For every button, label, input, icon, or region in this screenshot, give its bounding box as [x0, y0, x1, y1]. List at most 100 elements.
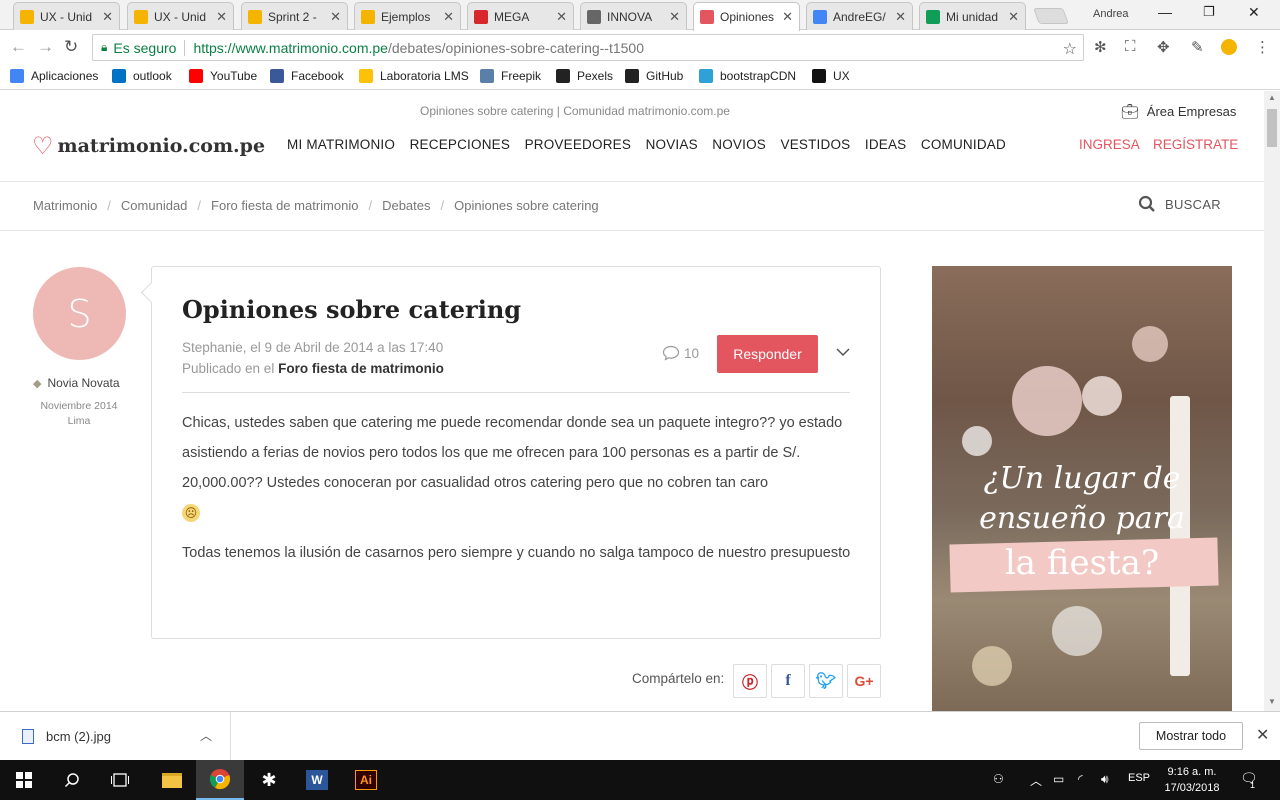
address-bar[interactable]: 🔒︎ Es seguro https://www.matrimonio.com.… — [92, 34, 1084, 61]
scroll-down-icon[interactable]: ▼ — [1268, 697, 1276, 706]
nav-item-comunidad[interactable]: COMUNIDAD — [921, 137, 1006, 152]
pinterest-share-button[interactable]: ⓟ — [733, 664, 767, 698]
move-extension-icon[interactable]: ✥ — [1157, 38, 1170, 56]
nav-item-mi-matrimonio[interactable]: MI MATRIMONIO — [287, 137, 395, 152]
download-item[interactable]: bcm (2).jpg ︿ — [0, 712, 231, 760]
bookmark-apps[interactable]: Aplicaciones — [10, 69, 98, 83]
browser-tab[interactable]: MEGA ✕ — [467, 2, 574, 30]
nav-item-proveedores[interactable]: PROVEEDORES — [525, 137, 631, 152]
browser-tab[interactable]: UX - Unid ✕ — [13, 2, 120, 30]
tab-close-icon[interactable]: ✕ — [669, 9, 680, 25]
breadcrumb-divider — [0, 230, 1264, 231]
profile-name[interactable]: Andrea — [1093, 8, 1128, 20]
browser-tab[interactable]: AndreEG/ ✕ — [806, 2, 913, 30]
google-plus-share-button[interactable]: G+ — [847, 664, 881, 698]
reload-icon[interactable]: ↻ — [64, 37, 78, 57]
search-button[interactable]: BUSCAR — [1138, 195, 1221, 213]
tab-close-icon[interactable]: ✕ — [782, 9, 793, 25]
browser-tab[interactable]: Sprint 2 - ✕ — [241, 2, 348, 30]
bookmark-outlook[interactable]: outlook — [112, 69, 172, 83]
battery-icon[interactable]: ▭ — [1053, 772, 1064, 786]
bookmark-github[interactable]: GitHub — [625, 69, 683, 83]
menu-icon[interactable]: ⋮ — [1255, 38, 1270, 56]
forum-link[interactable]: Foro fiesta de matrimonio — [278, 361, 444, 376]
eyedropper-extension-icon[interactable]: ✎ — [1191, 38, 1204, 56]
nav-item-novias[interactable]: NOVIAS — [646, 137, 698, 152]
tab-close-icon[interactable]: ✕ — [216, 9, 227, 25]
screenshot-extension-icon[interactable]: ⛶ — [1125, 38, 1136, 55]
site-logo[interactable]: ♡ matrimonio.com.pe — [32, 131, 265, 160]
login-link[interactable]: INGRESA — [1079, 137, 1140, 152]
bookmark-laboratoria[interactable]: Laboratoria LMS — [359, 69, 469, 83]
browser-tab[interactable]: Mi unidad ✕ — [919, 2, 1026, 30]
bookmark-youtube[interactable]: YouTube — [189, 69, 257, 83]
task-view-icon[interactable] — [96, 760, 144, 800]
tab-close-icon[interactable]: ✕ — [443, 9, 454, 25]
word-taskbar-icon[interactable]: W — [293, 760, 341, 800]
breadcrumb-item[interactable]: Foro fiesta de matrimonio — [211, 198, 358, 213]
bookmark-pexels[interactable]: Pexels — [556, 69, 613, 83]
tab-close-icon[interactable]: ✕ — [102, 9, 113, 25]
restore-icon[interactable]: ❐ — [1203, 4, 1215, 20]
twitter-share-button[interactable]: 🐦︎ — [809, 664, 843, 698]
show-all-button[interactable]: Mostrar todo — [1139, 722, 1243, 750]
tab-close-icon[interactable]: ✕ — [1008, 9, 1019, 25]
browser-tab[interactable]: Opiniones ✕ — [693, 2, 800, 31]
windows-start-icon[interactable] — [0, 760, 48, 800]
minimize-icon[interactable]: — — [1158, 4, 1172, 20]
page-scrollbar[interactable]: ▲ ▼ — [1264, 91, 1280, 711]
close-icon[interactable]: ✕ — [1256, 725, 1269, 745]
breadcrumb-item[interactable]: Debates — [382, 198, 430, 213]
register-link[interactable]: REGÍSTRATE — [1153, 137, 1238, 152]
bookmark-facebook[interactable]: Facebook — [270, 69, 344, 83]
new-tab-button[interactable] — [1033, 8, 1069, 24]
nav-item-ideas[interactable]: IDEAS — [865, 137, 907, 152]
slack-taskbar-icon[interactable]: ✱ — [245, 760, 293, 800]
reply-button[interactable]: Responder — [717, 335, 818, 373]
avatar[interactable]: S — [33, 267, 126, 360]
action-center-icon[interactable]: 🗨︎ — [1240, 770, 1258, 787]
file-explorer-icon[interactable] — [148, 760, 196, 800]
author-since: Noviembre 2014 — [40, 400, 118, 412]
coin-extension-icon[interactable] — [1221, 39, 1237, 55]
business-area-link[interactable]: 💼︎ Área Empresas — [1121, 103, 1236, 120]
bookmark-star-icon[interactable]: ☆ — [1063, 39, 1077, 59]
wifi-icon[interactable]: ◜ — [1078, 772, 1083, 786]
people-icon[interactable]: ⚇ — [993, 772, 1004, 786]
language-indicator[interactable]: ESP — [1128, 772, 1150, 784]
advertisement-banner[interactable]: ¿Un lugar de ensueño para la fiesta? — [932, 266, 1232, 711]
close-window-icon[interactable]: ✕ — [1248, 4, 1260, 21]
scrollbar-thumb[interactable] — [1267, 109, 1277, 147]
bookmark-medium[interactable]: UX — [812, 69, 850, 83]
browser-tab[interactable]: INNOVA ✕ — [580, 2, 687, 30]
forward-icon[interactable]: → — [37, 37, 54, 57]
breadcrumb-item[interactable]: Matrimonio — [33, 198, 97, 213]
bookmark-freepik[interactable]: Freepik — [480, 69, 541, 83]
system-clock[interactable]: 9:16 a. m. 17/03/2018 — [1162, 764, 1222, 796]
nav-item-novios[interactable]: NOVIOS — [712, 137, 766, 152]
back-icon[interactable]: ← — [10, 37, 27, 57]
facebook-share-button[interactable]: f — [771, 664, 805, 698]
extension-puzzle-icon[interactable]: ✻ — [1094, 38, 1107, 56]
bookmark-label: Aplicaciones — [31, 69, 99, 83]
url-text[interactable]: https://www.matrimonio.com.pe/debates/op… — [193, 40, 644, 56]
tab-close-icon[interactable]: ✕ — [895, 9, 906, 25]
bookmark-bootstrap[interactable]: bootstrapCDN — [699, 69, 796, 83]
tab-close-icon[interactable]: ✕ — [330, 9, 341, 25]
scroll-up-icon[interactable]: ▲ — [1268, 93, 1276, 102]
browser-tab[interactable]: Ejemplos ✕ — [354, 2, 461, 30]
browser-tab[interactable]: UX - Unid ✕ — [127, 2, 234, 30]
chrome-taskbar-icon[interactable] — [196, 760, 244, 800]
nav-item-vestidos[interactable]: VESTIDOS — [781, 137, 851, 152]
nav-item-recepciones[interactable]: RECEPCIONES — [410, 137, 510, 152]
volume-icon[interactable]: 🔊︎ — [1101, 772, 1109, 787]
breadcrumb-item[interactable]: Comunidad — [121, 198, 188, 213]
comment-count[interactable]: 10 — [662, 345, 699, 361]
drive-icon — [926, 9, 940, 24]
chevron-down-icon[interactable] — [836, 345, 850, 360]
tab-close-icon[interactable]: ✕ — [556, 9, 567, 25]
show-hidden-icons[interactable]: ︿ — [1030, 772, 1042, 789]
search-taskbar-icon[interactable] — [48, 760, 96, 800]
illustrator-taskbar-icon[interactable]: Ai — [342, 760, 390, 800]
chevron-up-icon[interactable]: ︿ — [200, 727, 212, 744]
